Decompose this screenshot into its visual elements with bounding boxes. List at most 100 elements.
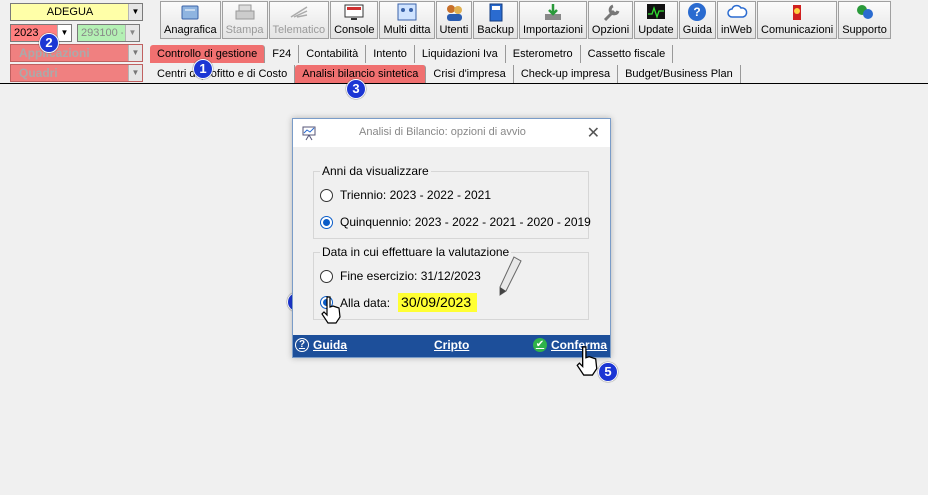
toolbar-button-update[interactable]: Update — [634, 1, 678, 39]
tab-cassetto-fiscale[interactable]: Cassetto fiscale — [581, 45, 674, 63]
update-monitor-icon — [645, 2, 667, 22]
radio-triennio[interactable]: Triennio: 2023 - 2022 - 2021 — [320, 188, 491, 202]
step-marker-1: 1 — [193, 59, 213, 79]
sub-tab-bar: Centri di profitto e di Costo Analisi bil… — [150, 65, 741, 83]
dialog-footer: ? Guida Cripto ✔ Conferma — [293, 335, 610, 357]
toolbar-button-label: Utenti — [439, 24, 469, 36]
tab-f24[interactable]: F24 — [265, 45, 300, 63]
years-group: Anni da visualizzare Triennio: 2023 - 20… — [313, 164, 591, 239]
mode-select[interactable]: ADEGUA ▼ — [10, 3, 143, 21]
top-tab-bar: Controllo di gestione F24 Contabilità Inten… — [150, 45, 674, 63]
import-download-icon — [542, 2, 564, 22]
pencil-icon — [499, 256, 522, 296]
toolbar-button-label: Stampa — [225, 24, 264, 36]
toolbar-button-label: inWeb — [721, 24, 753, 36]
tab-liquidazioni-iva[interactable]: Liquidazioni Iva — [415, 45, 506, 63]
dialog-titlebar: Analisi di Bilancio: opzioni di avvio ✕ — [293, 119, 610, 147]
guide-link[interactable]: ? Guida — [295, 338, 347, 352]
mode-select-value: ADEGUA — [46, 6, 94, 18]
radio-quinquennio-label: Quinquennio: 2023 - 2022 - 2021 - 2020 -… — [340, 215, 591, 229]
step-marker-3: 3 — [346, 79, 366, 99]
chevron-down-icon[interactable]: ▼ — [57, 25, 71, 41]
toolbar-button-stampa: Stampa — [221, 1, 268, 39]
radio-button-selected[interactable] — [320, 215, 333, 229]
toolbar-button-backup[interactable]: Backup — [473, 1, 518, 39]
toolbar-button-label: Comunicazioni — [761, 24, 834, 36]
chevron-down-icon[interactable]: ▼ — [125, 25, 139, 41]
users-icon — [443, 2, 465, 22]
toolbar-button-label: Supporto — [842, 24, 887, 36]
guide-link-label: Guida — [313, 338, 348, 352]
step-marker-2: 2 — [39, 33, 59, 53]
toolbar-button-supporto[interactable]: Supporto — [838, 1, 891, 39]
subtab-centri-di-profitto-e-di-costo[interactable]: Centri di profitto e di Costo — [150, 65, 296, 83]
radio-fine-esercizio-label: Fine esercizio: 31/12/2023 — [340, 269, 481, 283]
subtab-budget-business-plan[interactable]: Budget/Business Plan — [618, 65, 741, 83]
monitor-console-icon — [343, 2, 365, 22]
radio-button[interactable] — [320, 188, 333, 202]
toolbar-button-label: Telematico — [272, 24, 326, 36]
telematic-send-icon — [288, 2, 310, 22]
tab-esterometro[interactable]: Esterometro — [506, 45, 581, 63]
date-input[interactable]: 30/09/2023 — [398, 293, 478, 312]
radio-alla-data[interactable]: Alla data: 30/09/2023 — [320, 293, 478, 312]
communications-icon — [786, 2, 808, 22]
toolbar-button-inweb[interactable]: inWeb — [717, 1, 757, 39]
support-icon — [854, 2, 876, 22]
toolbar-button-opzioni[interactable]: Opzioni — [587, 1, 634, 39]
toolbar-button-label: Update — [638, 24, 674, 36]
check-circle-icon: ✔ — [533, 338, 547, 352]
toolbar-button-telematico: Telematico — [268, 1, 330, 39]
toolbar-button-label: Backup — [477, 24, 514, 36]
company-code-value: 293100 - — [81, 27, 123, 39]
hand-pointer-icon — [576, 346, 598, 376]
toolbar-button-multi-ditta[interactable]: Multi ditta — [379, 1, 435, 39]
toolbar-button-utenti[interactable]: Utenti — [435, 1, 473, 39]
chevron-down-icon[interactable]: ▼ — [128, 65, 142, 81]
help-question-icon: ? — [686, 2, 708, 22]
toolbar-button-label: Multi ditta — [383, 24, 431, 36]
chevron-down-icon[interactable]: ▼ — [128, 45, 142, 61]
tab-intento[interactable]: Intento — [366, 45, 415, 63]
tab-contabilit-[interactable]: Contabilità — [299, 45, 367, 63]
toolbar-button-label: Importazioni — [522, 24, 583, 36]
quadri-select[interactable]: Quadri ▼ — [10, 64, 143, 82]
toolbar-button-guida[interactable]: ? Guida — [678, 1, 717, 39]
multi-company-icon — [396, 2, 418, 22]
radio-button[interactable] — [320, 269, 333, 283]
toolbar-button-label: Guida — [682, 24, 713, 36]
quadri-label: Quadri — [19, 66, 58, 80]
radio-quinquennio[interactable]: Quinquennio: 2023 - 2022 - 2021 - 2020 -… — [320, 215, 591, 229]
step-marker-5: 5 — [598, 362, 618, 382]
top-bar: ADEGUA ▼ 2023 ▼ 293100 - ▼ Applicazioni … — [0, 0, 928, 84]
toolbar-button-label: Anagrafica — [164, 24, 217, 36]
radio-fine-esercizio[interactable]: Fine esercizio: 31/12/2023 — [320, 269, 481, 283]
toolbar-button-importazioni[interactable]: Importazioni — [518, 1, 587, 39]
cripto-link-label: Cripto — [434, 338, 470, 352]
backup-disk-icon — [485, 2, 507, 22]
toolbar-button-label: Console — [334, 24, 375, 36]
wrench-icon — [600, 2, 622, 22]
company-code-select[interactable]: 293100 - ▼ — [77, 24, 140, 42]
analysis-options-dialog: Analisi di Bilancio: opzioni di avvio ✕ … — [292, 118, 611, 358]
toolbar-button-comunicazioni[interactable]: Comunicazioni — [757, 1, 838, 39]
applications-select[interactable]: Applicazioni ▼ — [10, 44, 143, 62]
cloud-icon — [726, 2, 748, 22]
subtab-crisi-d-impresa[interactable]: Crisi d'impresa — [426, 65, 514, 83]
folder-notebook-icon — [179, 2, 201, 22]
cripto-link[interactable]: Cripto — [434, 338, 469, 352]
printer-icon — [234, 2, 256, 22]
toolbar-button-console[interactable]: Console — [330, 1, 379, 39]
radio-triennio-label: Triennio: 2023 - 2022 - 2021 — [340, 188, 491, 202]
main-toolbar: Anagrafica Stampa Telematico Console Multi d… — [160, 1, 892, 39]
valuation-date-legend: Data in cui effettuare la valutazione — [320, 245, 512, 259]
years-group-legend: Anni da visualizzare — [320, 164, 431, 178]
svg-text:?: ? — [694, 5, 701, 19]
presentation-board-icon — [302, 126, 316, 141]
close-icon[interactable]: ✕ — [587, 123, 600, 143]
chevron-down-icon[interactable]: ▼ — [128, 4, 142, 20]
toolbar-button-label: Opzioni — [591, 24, 630, 36]
subtab-check-up-impresa[interactable]: Check-up impresa — [514, 65, 619, 83]
toolbar-button-anagrafica[interactable]: Anagrafica — [160, 1, 221, 39]
dialog-title: Analisi di Bilancio: opzioni di avvio — [359, 126, 526, 138]
